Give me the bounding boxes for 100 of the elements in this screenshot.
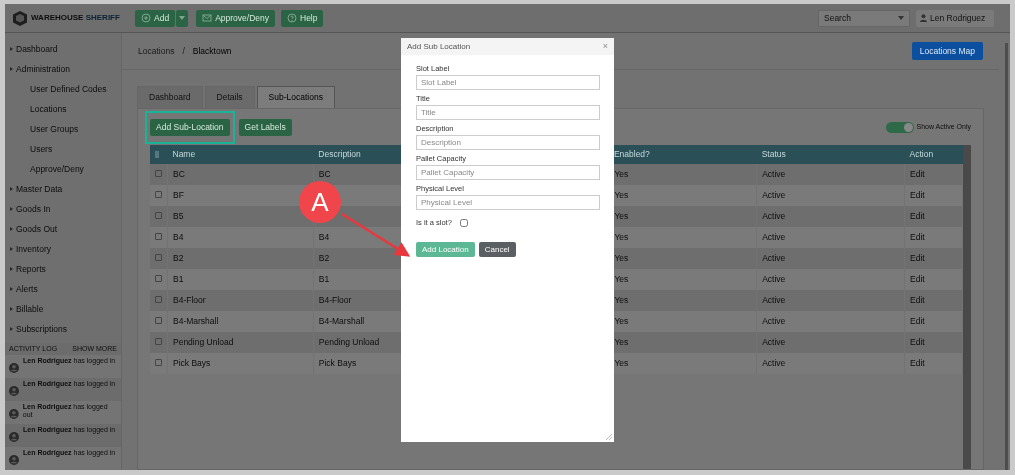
sidebar-item[interactable]: User Defined Codes	[5, 79, 121, 99]
column-header[interactable]: Name	[172, 148, 196, 159]
row-checkbox[interactable]	[155, 358, 162, 366]
sidebar-item[interactable]: Goods In	[5, 199, 121, 219]
input-field[interactable]: Physical Level	[416, 195, 600, 210]
sidebar-item[interactable]: Dashboard	[5, 39, 121, 59]
cancel-button[interactable]: Cancel	[478, 242, 516, 258]
modal-title: Add Sub Location	[407, 40, 471, 53]
table-cell: B4-Marshall	[173, 315, 219, 326]
row-checkbox[interactable]	[155, 316, 162, 324]
row-checkbox[interactable]	[155, 274, 162, 282]
breadcrumb-item[interactable]: Locations	[138, 44, 175, 58]
table-cell: Active	[762, 189, 786, 200]
table-cell: Yes	[614, 252, 629, 263]
avatar-icon	[9, 432, 19, 442]
table-cell: Yes	[614, 294, 629, 305]
edit-link[interactable]: Edit	[910, 168, 925, 179]
row-checkbox[interactable]	[155, 190, 162, 198]
row-checkbox[interactable]	[155, 337, 162, 345]
table-cell: B1	[318, 273, 330, 284]
search-select[interactable]: Search	[818, 9, 910, 27]
add-location-button[interactable]: Add Location	[416, 242, 475, 258]
sidebar-item[interactable]: User Groups	[5, 119, 121, 139]
table-cell: B4	[173, 231, 184, 242]
scrollbar[interactable]	[1005, 43, 1008, 470]
input-field[interactable]: Description	[416, 135, 600, 150]
table-cell: Active	[762, 294, 786, 305]
row-checkbox[interactable]	[155, 211, 162, 219]
dropdown-toggle[interactable]	[176, 9, 189, 27]
sidebar-item[interactable]: Locations	[5, 99, 121, 119]
column-header[interactable]: Status	[761, 148, 786, 159]
breadcrumb-separator: /	[182, 44, 185, 58]
table-cell: B5	[173, 210, 184, 221]
input-field[interactable]: Pallet Capacity	[416, 165, 600, 180]
scrollbar[interactable]	[963, 144, 971, 469]
sidebar-item[interactable]: Billable	[5, 299, 121, 319]
header-button[interactable]: Approve/Deny	[196, 9, 275, 27]
column-header[interactable]: Enabled?	[613, 148, 650, 159]
expand-arrow-icon	[10, 67, 13, 71]
avatar-icon	[9, 363, 19, 373]
plus-icon	[141, 13, 151, 23]
table-cell: Pending Unload	[173, 336, 234, 347]
row-checkbox[interactable]	[155, 169, 162, 177]
table-cell: Yes	[614, 210, 629, 221]
sidebar-item[interactable]: Users	[5, 139, 121, 159]
annotation-arrow	[341, 212, 411, 257]
expand-arrow-icon	[10, 207, 13, 211]
sidebar-item[interactable]: Alerts	[5, 279, 121, 299]
caret-icon	[179, 16, 186, 20]
annotation-label: A	[311, 187, 329, 217]
sidebar-item[interactable]: Goods Out	[5, 219, 121, 239]
sidebar-item[interactable]: Approve/Deny	[5, 159, 121, 179]
edit-link[interactable]: Edit	[910, 294, 925, 305]
table-cell: B4-Floor	[318, 294, 352, 305]
edit-link[interactable]: Edit	[910, 273, 925, 284]
edit-link[interactable]: Edit	[910, 357, 925, 368]
table-cell: B4-Floor	[173, 294, 206, 305]
locations-map-button[interactable]: Locations Map	[911, 41, 983, 61]
row-checkbox[interactable]	[155, 232, 162, 240]
table-cell: BF	[173, 189, 184, 200]
input-field[interactable]: Slot Label	[416, 75, 600, 90]
edit-link[interactable]: Edit	[910, 210, 925, 221]
avatar-icon	[9, 409, 19, 419]
table-cell: B2	[318, 252, 330, 263]
breadcrumb-item: Blacktown	[192, 44, 232, 58]
close-button[interactable]: ×	[602, 39, 608, 54]
toolbar-button[interactable]: Get Labels	[238, 118, 292, 136]
edit-link[interactable]: Edit	[910, 252, 925, 263]
toolbar-button[interactable]: Add Sub-Location	[150, 118, 230, 136]
column-header[interactable]: Description	[318, 148, 361, 159]
slot-checkbox[interactable]	[459, 218, 468, 227]
tab[interactable]: Sub-Locations	[256, 86, 335, 108]
mail-icon	[202, 13, 213, 23]
user-menu-button[interactable]: Len Rodriguez	[916, 9, 994, 27]
row-checkbox[interactable]	[155, 295, 162, 303]
input-field[interactable]: Title	[416, 105, 600, 120]
table-cell: Active	[762, 357, 786, 368]
table-cell: Pick Bays	[173, 357, 211, 368]
header-button[interactable]: Add	[135, 9, 176, 27]
sidebar-item[interactable]: Subscriptions	[5, 319, 121, 339]
edit-link[interactable]: Edit	[910, 315, 925, 326]
sidebar-item[interactable]: Inventory	[5, 239, 121, 259]
expand-arrow-icon	[10, 47, 13, 51]
edit-link[interactable]: Edit	[910, 189, 925, 200]
sidebar-item[interactable]: Reports	[5, 259, 121, 279]
table-cell: Active	[762, 210, 786, 221]
edit-link[interactable]: Edit	[910, 336, 925, 347]
expand-arrow-icon	[10, 187, 13, 191]
avatar-icon	[9, 455, 19, 465]
tab[interactable]: Details	[204, 86, 255, 108]
row-checkbox[interactable]	[155, 253, 162, 261]
toggle-switch[interactable]	[885, 121, 914, 133]
avatar-icon	[9, 386, 19, 396]
sidebar-item[interactable]: Master Data	[5, 179, 121, 199]
header-button[interactable]: Help	[281, 9, 324, 27]
tab[interactable]: Dashboard	[137, 86, 203, 108]
edit-link[interactable]: Edit	[910, 231, 925, 242]
user-icon	[920, 14, 927, 22]
sidebar-item[interactable]: Administration	[5, 59, 121, 79]
table-cell: Yes	[614, 315, 629, 326]
